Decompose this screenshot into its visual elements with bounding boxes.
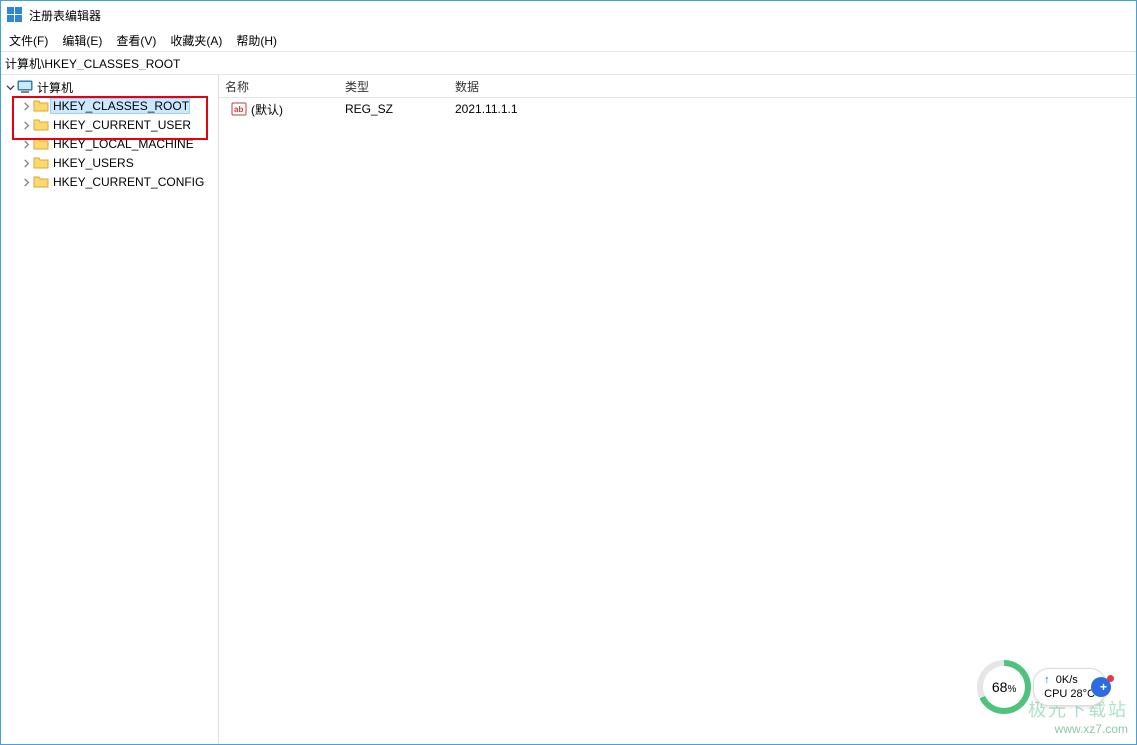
folder-icon (33, 174, 49, 190)
value-type: REG_SZ (345, 102, 455, 116)
chevron-right-icon[interactable] (19, 156, 33, 170)
menu-view[interactable]: 查看(V) (116, 32, 156, 49)
list-pane: 名称 类型 数据 ab (默认) REG_SZ 2021.11.1.1 (219, 75, 1136, 744)
tree-item-label: HKEY_CURRENT_CONFIG (51, 175, 204, 189)
tree-item-hkcc[interactable]: HKEY_CURRENT_CONFIG (1, 173, 218, 191)
tree-item-label: HKEY_CLASSES_ROOT (51, 99, 189, 113)
list-header: 名称 类型 数据 (219, 75, 1136, 98)
chevron-right-icon[interactable] (19, 175, 33, 189)
menu-file[interactable]: 文件(F) (9, 32, 48, 49)
column-header-name[interactable]: 名称 (219, 78, 345, 95)
network-speed-box[interactable]: ↑ 0K/s CPU 28°C + (1033, 668, 1106, 706)
tree-root-computer[interactable]: 计算机 (1, 78, 218, 96)
folder-icon (33, 136, 49, 152)
tree-root-label: 计算机 (35, 79, 73, 96)
window-title: 注册表编辑器 (29, 7, 101, 24)
addressbar (1, 51, 1136, 75)
tree-item-hkcr[interactable]: HKEY_CLASSES_ROOT (1, 97, 218, 115)
list-body[interactable]: ab (默认) REG_SZ 2021.11.1.1 (219, 98, 1136, 744)
chevron-right-icon[interactable] (19, 118, 33, 132)
cpu-temp: CPU 28°C (1044, 688, 1095, 700)
address-input[interactable] (5, 56, 1132, 70)
registry-editor-window: 注册表编辑器 文件(F) 编辑(E) 查看(V) 收藏夹(A) 帮助(H) 计 (0, 0, 1137, 745)
tree-item-label: HKEY_USERS (51, 156, 134, 170)
tree-item-label: HKEY_LOCAL_MACHINE (51, 137, 194, 151)
titlebar[interactable]: 注册表编辑器 (1, 1, 1136, 29)
chevron-right-icon[interactable] (19, 137, 33, 151)
tree-pane[interactable]: 计算机 HKEY_CLASSES_ROOT HKEY_CURRENT_USE (1, 75, 219, 744)
menubar: 文件(F) 编辑(E) 查看(V) 收藏夹(A) 帮助(H) (1, 29, 1136, 51)
folder-icon (33, 155, 49, 171)
chevron-right-icon[interactable] (19, 99, 33, 113)
tree-item-label: HKEY_CURRENT_USER (51, 118, 191, 132)
value-name: (默认) (251, 101, 283, 118)
memory-usage-ring[interactable]: 68% (977, 660, 1031, 714)
column-header-type[interactable]: 类型 (345, 78, 455, 95)
content-area: 计算机 HKEY_CLASSES_ROOT HKEY_CURRENT_USE (1, 75, 1136, 744)
folder-icon (33, 117, 49, 133)
string-value-icon: ab (231, 101, 247, 117)
computer-icon (17, 79, 33, 95)
tree-item-hklm[interactable]: HKEY_LOCAL_MACHINE (1, 135, 218, 153)
upload-arrow-icon: ↑ (1044, 674, 1050, 686)
menu-help[interactable]: 帮助(H) (236, 32, 277, 49)
upload-speed: 0K/s (1056, 674, 1078, 686)
memory-percent: 68% (992, 679, 1016, 695)
menu-edit[interactable]: 编辑(E) (62, 32, 102, 49)
svg-text:ab: ab (234, 105, 243, 114)
plus-icon: + (1100, 680, 1107, 694)
tree-item-hku[interactable]: HKEY_USERS (1, 154, 218, 172)
column-header-data[interactable]: 数据 (455, 78, 1136, 95)
value-data: 2021.11.1.1 (455, 102, 1136, 116)
list-row[interactable]: ab (默认) REG_SZ 2021.11.1.1 (219, 100, 1136, 118)
app-icon (7, 7, 23, 23)
tree-item-hkcu[interactable]: HKEY_CURRENT_USER (1, 116, 218, 134)
system-monitor-widget[interactable]: 68% ↑ 0K/s CPU 28°C + (977, 660, 1106, 714)
chevron-down-icon[interactable] (3, 80, 17, 94)
notification-dot-icon (1107, 675, 1114, 682)
folder-icon (33, 98, 49, 114)
menu-favorites[interactable]: 收藏夹(A) (170, 32, 222, 49)
value-name-cell: ab (默认) (219, 101, 345, 118)
